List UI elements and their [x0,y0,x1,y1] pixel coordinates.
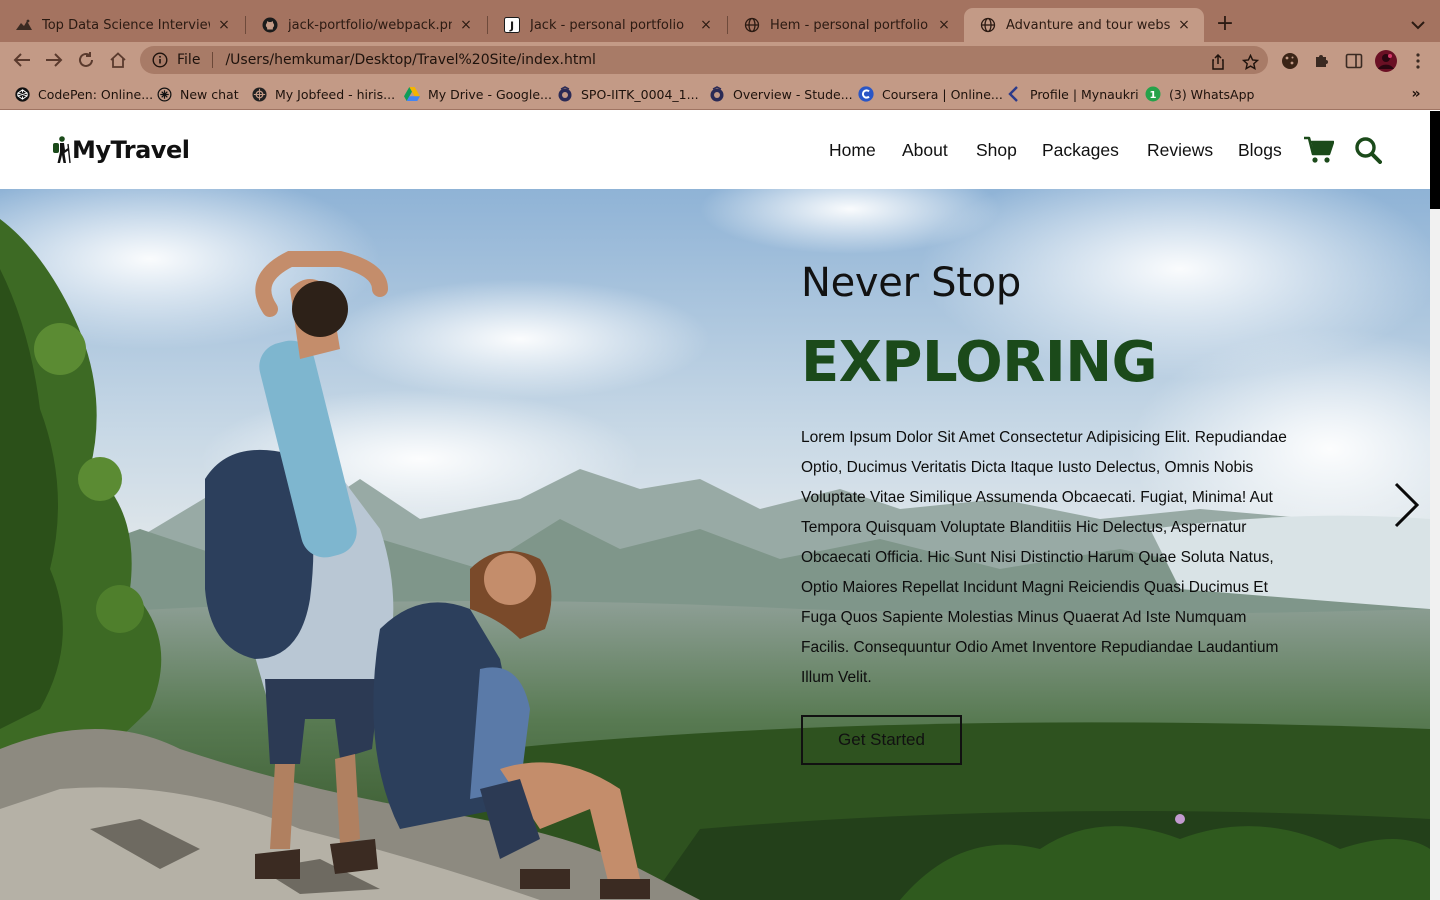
bookmark-label: (3) WhatsApp [1169,86,1255,102]
hero-kicker: Never Stop [801,260,1021,306]
address-divider [212,52,214,68]
bookmark-codepen[interactable]: CodePen: Online... [14,85,153,103]
nav-blogs[interactable]: Blogs [1238,140,1282,161]
bookmark-jobfeed[interactable]: My Jobfeed - hiris... [251,85,395,103]
tab-hem-portfolio[interactable]: Hem - personal portfolio × [728,8,964,42]
bookmark-new-chat[interactable]: New chat [156,85,239,103]
close-icon[interactable]: × [458,17,474,33]
globe-icon [980,17,996,33]
nav-home[interactable]: Home [829,140,876,161]
whatsapp-icon: 1 [1145,86,1161,102]
bookmark-coursera[interactable]: Coursera | Online... [858,85,1003,103]
browser-tab-strip: Top Data Science Interview Qu × jack-por… [0,0,1440,42]
url-text[interactable]: /Users/hemkumar/Desktop/Travel%20Site/in… [225,52,595,68]
back-arrow-icon[interactable] [10,48,34,72]
iitk-icon [557,86,573,102]
tab-title: Hem - personal portfolio [770,17,929,33]
bookmark-google-drive[interactable]: My Drive - Google... [404,85,552,103]
url-scheme-label: File [177,52,201,68]
bookmark-spo-iitk[interactable]: SPO-IITK_0004_1... [557,85,699,103]
tab-title: jack-portfolio/webpack.png at [288,17,452,33]
bookmark-whatsapp[interactable]: 1 (3) WhatsApp [1145,85,1254,103]
hero-section: Never Stop EXPLORING Lorem Ipsum Dolor S… [0,189,1430,900]
bookmark-overview-student[interactable]: Overview - Stude... [709,85,853,103]
github-icon [262,17,278,33]
page-viewport: MyTravel Home About Shop Packages Review… [0,111,1440,900]
new-tab-button[interactable]: + [1212,12,1238,38]
jobfeed-icon [251,86,267,102]
j-letter-favicon: J [504,17,520,33]
tab-data-science-interview[interactable]: Top Data Science Interview Qu × [0,8,244,42]
address-bar[interactable]: File /Users/hemkumar/Desktop/Travel%20Si… [140,46,1268,74]
close-icon[interactable]: × [1176,17,1192,33]
browser-toolbar: File /Users/hemkumar/Desktop/Travel%20Si… [0,42,1440,78]
site-header: MyTravel Home About Shop Packages Review… [0,111,1430,189]
globe-icon [744,17,760,33]
page-scrollbar[interactable] [1430,111,1440,900]
cookie-extension-icon[interactable] [1279,50,1301,72]
reload-icon[interactable] [74,48,98,72]
bookmark-label: Overview - Stude... [733,86,853,102]
chatgpt-icon [156,86,172,102]
close-icon[interactable]: × [936,17,952,33]
nav-shop[interactable]: Shop [976,140,1017,161]
forward-arrow-icon[interactable] [42,48,66,72]
whatsapp-badge: 1 [1150,90,1157,101]
tab-jack-portfolio[interactable]: J Jack - personal portfolio × [488,8,726,42]
home-icon[interactable] [106,48,130,72]
tab-title: Advanture and tour website de [1006,17,1170,33]
puzzle-extensions-icon[interactable] [1311,50,1333,72]
hero-description: Lorem Ipsum Dolor Sit Amet Consectetur A… [801,429,1287,686]
nav-reviews[interactable]: Reviews [1147,140,1213,161]
shopping-cart-icon[interactable] [1304,136,1334,164]
tab-title: Jack - personal portfolio [530,17,685,33]
bookmark-label: Profile | Mynaukri [1030,86,1139,102]
hero-content: Never Stop EXPLORING Lorem Ipsum Dolor S… [801,261,1301,765]
bookmark-label: My Jobfeed - hiris... [275,86,396,102]
nav-about[interactable]: About [902,140,948,161]
kebab-menu-icon[interactable] [1407,50,1429,72]
close-icon[interactable]: × [216,17,232,33]
google-drive-icon [404,86,420,102]
search-icon[interactable] [1354,136,1382,164]
share-icon[interactable] [1208,52,1228,72]
info-icon[interactable] [152,52,168,68]
naukri-icon [1006,86,1022,102]
bookmarks-bar: CodePen: Online... New chat My Jobfeed -… [0,78,1440,110]
close-icon[interactable]: × [698,17,714,33]
get-started-button[interactable]: Get Started [801,715,962,765]
mountain-favicon [16,17,32,33]
hero-headline: EXPLORING [801,330,1158,395]
scrollbar-thumb[interactable] [1430,111,1440,209]
tab-search-chevron-icon[interactable] [1406,13,1430,37]
side-panel-icon[interactable] [1343,50,1365,72]
tab-title: Top Data Science Interview Qu [42,17,210,33]
bookmark-label: My Drive - Google... [428,86,552,102]
iitk-icon [709,86,725,102]
tab-adventure-tour-active[interactable]: Advanture and tour website de × [964,8,1204,42]
bookmark-label: New chat [180,86,239,102]
bookmarks-overflow-button[interactable]: » [1406,86,1426,102]
coursera-icon [858,86,874,102]
tab-github-webpack[interactable]: jack-portfolio/webpack.png at × [246,8,486,42]
svg-text:J: J [509,20,514,33]
nav-packages[interactable]: Packages [1042,140,1119,161]
bookmark-star-icon[interactable] [1240,52,1260,72]
bookmark-label: SPO-IITK_0004_1... [581,86,699,102]
bookmark-label: CodePen: Online... [38,86,154,102]
slider-next-arrow-icon[interactable] [1390,481,1422,529]
bookmark-label: Coursera | Online... [882,86,1003,102]
bookmark-mynaukri[interactable]: Profile | Mynaukri [1006,85,1139,103]
profile-avatar[interactable] [1375,50,1397,72]
codepen-icon [14,86,30,102]
main-nav: Home About Shop Packages Reviews Blogs [0,138,1430,162]
